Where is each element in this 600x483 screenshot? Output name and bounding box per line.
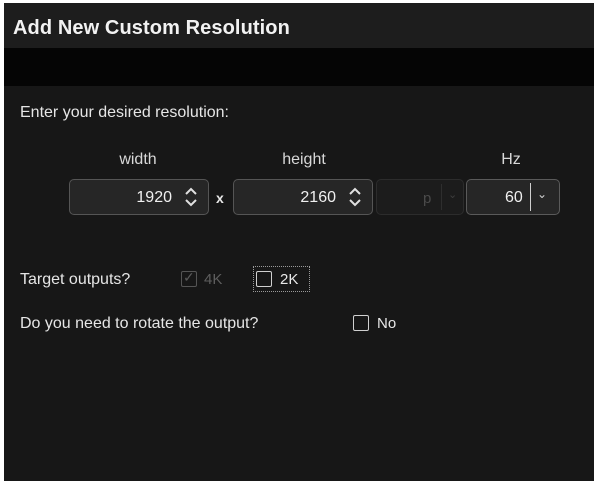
rotate-option-label[interactable]: No	[377, 315, 396, 332]
spin-up-down-icon[interactable]	[184, 185, 198, 209]
height-spinbox[interactable]: 2160	[233, 179, 373, 215]
divider	[441, 184, 442, 210]
dimension-separator: x	[216, 190, 224, 206]
output-2k-label[interactable]: 2K	[280, 271, 298, 288]
rotate-output-label: Do you need to rotate the output?	[20, 315, 259, 332]
divider	[530, 183, 531, 211]
height-value[interactable]: 2160	[300, 189, 336, 207]
chevron-down-icon: ⌄	[448, 189, 458, 201]
title-bar: Add New Custom Resolution	[4, 3, 594, 48]
chevron-down-icon[interactable]: ⌄	[537, 187, 547, 201]
resolution-prompt: Enter your desired resolution:	[20, 104, 229, 121]
height-label: height	[282, 151, 326, 168]
output-2k-checkbox[interactable]	[256, 271, 272, 287]
custom-resolution-dialog: Add New Custom Resolution Enter your des…	[4, 3, 594, 481]
header-strip	[4, 48, 594, 86]
scan-mode-value: p	[423, 190, 432, 207]
width-value[interactable]: 1920	[136, 189, 172, 207]
scan-mode-select: p ⌄	[376, 179, 464, 215]
refresh-rate-select[interactable]: 60 ⌄	[466, 179, 560, 215]
width-label: width	[119, 151, 157, 168]
hz-label: Hz	[501, 151, 521, 168]
check-icon: ✓	[183, 269, 195, 285]
width-spinbox[interactable]: 1920	[69, 179, 209, 215]
spin-up-down-icon[interactable]	[348, 185, 362, 209]
output-4k-checkbox: ✓	[181, 269, 197, 287]
refresh-rate-value[interactable]: 60	[505, 189, 523, 207]
output-4k-label: 4K	[204, 271, 223, 288]
target-outputs-label: Target outputs?	[20, 271, 131, 288]
rotate-checkbox[interactable]	[353, 315, 369, 331]
dialog-title: Add New Custom Resolution	[13, 17, 290, 39]
